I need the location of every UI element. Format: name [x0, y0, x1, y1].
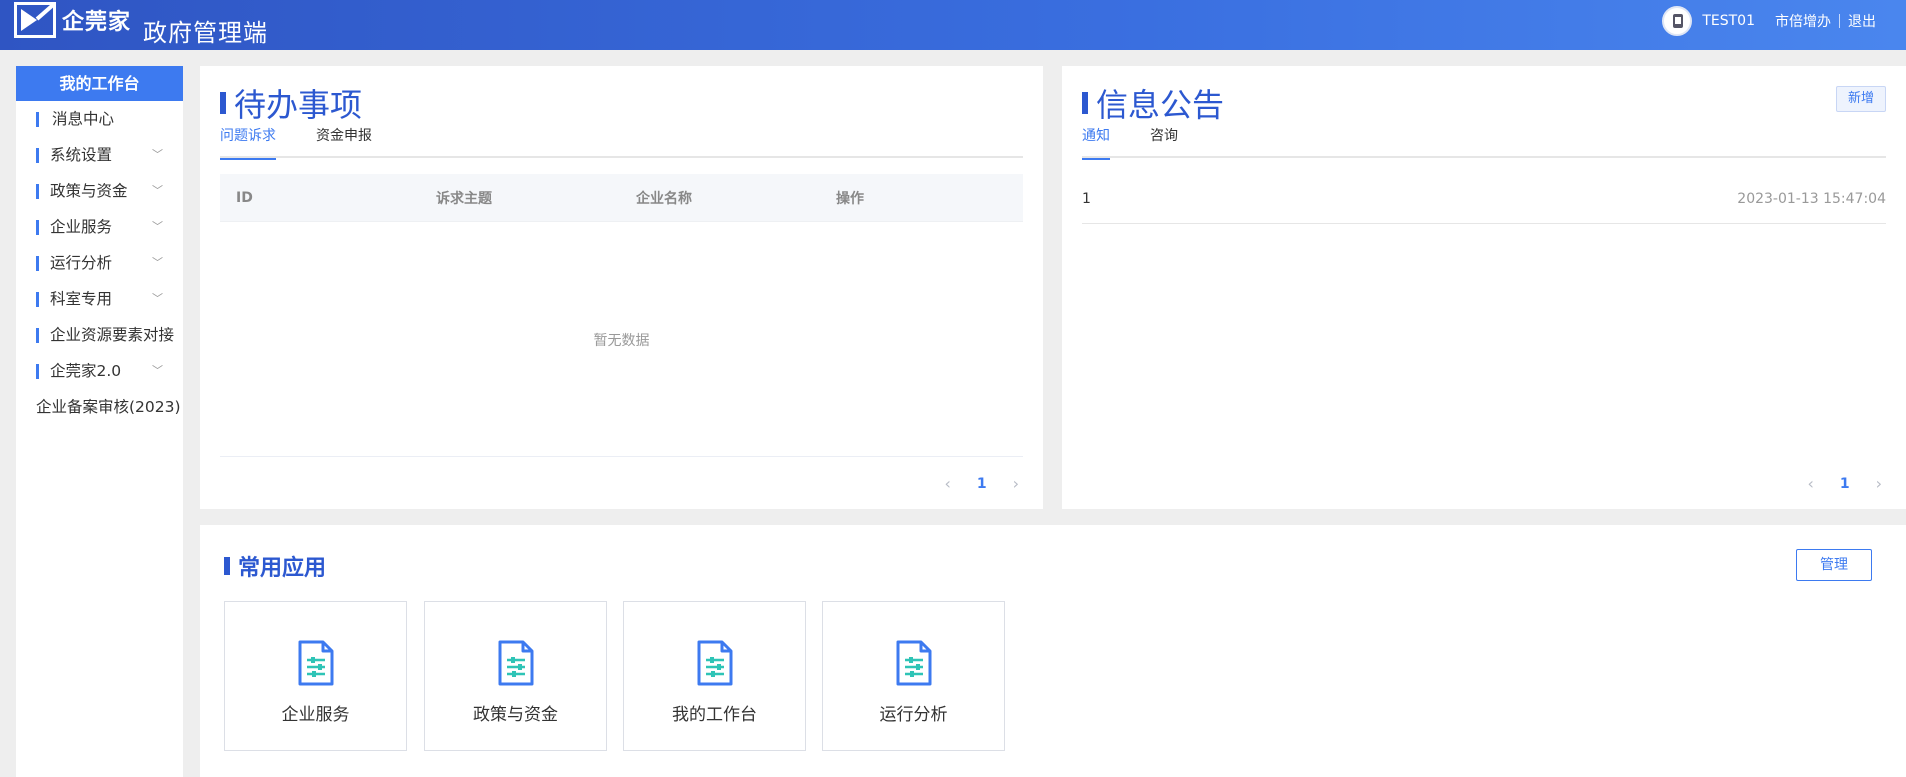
sidebar-item-label: 科室专用 — [50, 290, 113, 308]
sidebar-item-label: 企业备案审核(2023) — [36, 398, 181, 416]
manage-button[interactable]: 管理 — [1796, 549, 1872, 581]
sidebar-item-operation-analysis[interactable]: 运行分析 ﹀ — [16, 245, 183, 281]
app-card-policy-funds[interactable]: 政策与资金 — [424, 601, 607, 751]
sidebar-item-label: 运行分析 — [50, 254, 113, 272]
tab-consultation[interactable]: 咨询 — [1150, 126, 1178, 158]
sidebar-item-filing-review[interactable]: 企业备案审核(2023) — [16, 389, 183, 425]
prev-page-button[interactable]: ‹ — [1807, 474, 1813, 493]
chevron-down-icon: ﹀ — [152, 364, 163, 377]
sidebar-marker — [36, 292, 39, 307]
todo-panel: 待办事项 问题诉求 资金申报 ID 诉求主题 企业名称 操作 暂无数据 ‹ 1 … — [200, 66, 1043, 509]
common-apps-panel: 常用应用 管理 企业服务 政策与资金 我的工作台 运行分析 — [200, 525, 1906, 777]
next-page-button[interactable]: › — [1876, 474, 1882, 493]
app-card-enterprise-service[interactable]: 企业服务 — [224, 601, 407, 751]
chevron-down-icon: ﹀ — [152, 256, 163, 269]
sidebar-item-enterprise-service[interactable]: 企业服务 ﹀ — [16, 209, 183, 245]
title-marker — [224, 557, 230, 575]
todo-tabs: 问题诉求 资金申报 — [220, 126, 1023, 160]
office-link[interactable]: 市倍增办 — [1775, 11, 1831, 31]
todo-title-text: 待办事项 — [234, 86, 363, 124]
sidebar-item-label: 企业资源要素对接 — [50, 326, 175, 344]
todo-table: ID 诉求主题 企业名称 操作 — [220, 174, 1023, 222]
logo-mark-icon — [14, 2, 56, 38]
apps-title: 常用应用 — [224, 550, 326, 582]
logo: 企莞家 — [14, 2, 131, 38]
chevron-down-icon: ﹀ — [152, 220, 163, 233]
app-card-label: 政策与资金 — [473, 705, 558, 725]
logout-link[interactable]: 退出 — [1848, 11, 1876, 31]
app-card-operation-analysis[interactable]: 运行分析 — [822, 601, 1005, 751]
sidebar-item-qiguanjia-2[interactable]: 企莞家2.0 ﹀ — [16, 353, 183, 389]
empty-placeholder: 暂无数据 — [593, 333, 650, 349]
column-header-id: ID — [236, 189, 253, 206]
todo-pagination: ‹ 1 › — [918, 474, 1019, 493]
sidebar: 我的工作台 消息中心 系统设置 ﹀ 政策与资金 ﹀ 企业服务 ﹀ 运行分析 ﹀ … — [16, 66, 183, 777]
sidebar-item-label: 企业服务 — [50, 218, 113, 236]
username: TEST01 — [1702, 13, 1755, 29]
app-card-label: 运行分析 — [879, 705, 948, 725]
sidebar-item-department[interactable]: 科室专用 ﹀ — [16, 281, 183, 317]
todo-title: 待办事项 — [220, 80, 362, 126]
column-header-company: 企业名称 — [636, 190, 692, 207]
list-item[interactable]: 1 2023-01-13 15:47:04 — [1082, 174, 1886, 224]
tab-issues[interactable]: 问题诉求 — [220, 126, 276, 160]
document-settings-icon — [896, 640, 932, 686]
table-bottom-divider — [220, 456, 1023, 457]
title-marker — [220, 92, 226, 114]
notice-pagination: ‹ 1 › — [1781, 474, 1882, 493]
notice-id: 1 — [1082, 190, 1091, 207]
top-header: 企莞家 政府管理端 TEST01 市倍增办 退出 — [0, 0, 1906, 50]
app-card-label: 我的工作台 — [672, 705, 757, 725]
sidebar-item-workbench[interactable]: 我的工作台 — [16, 66, 183, 101]
notice-date: 2023-01-13 15:47:04 — [1737, 190, 1886, 207]
page-number[interactable]: 1 — [1840, 476, 1850, 492]
tab-fund-application[interactable]: 资金申报 — [316, 126, 372, 158]
sidebar-marker — [36, 112, 39, 127]
sidebar-marker — [36, 148, 39, 163]
notice-title: 信息公告 — [1082, 80, 1224, 126]
avatar[interactable] — [1662, 6, 1693, 36]
sidebar-marker — [36, 364, 39, 379]
sidebar-marker — [36, 184, 39, 199]
notice-tabs: 通知 咨询 — [1082, 126, 1886, 160]
table-header: ID 诉求主题 企业名称 操作 — [220, 174, 1023, 222]
header-divider — [1839, 14, 1840, 28]
sidebar-marker — [36, 220, 39, 235]
sidebar-item-label: 系统设置 — [50, 146, 113, 164]
app-card-label: 企业服务 — [281, 705, 350, 725]
column-header-subject: 诉求主题 — [436, 190, 492, 207]
document-settings-icon — [298, 640, 334, 686]
sidebar-item-system-settings[interactable]: 系统设置 ﹀ — [16, 137, 183, 173]
add-notice-button[interactable]: 新增 — [1836, 86, 1886, 112]
notice-panel: 信息公告 新增 通知 咨询 1 2023-01-13 15:47:04 ‹ 1 … — [1062, 66, 1906, 509]
sidebar-item-messages[interactable]: 消息中心 — [16, 101, 183, 137]
sidebar-marker — [36, 328, 39, 343]
title-marker — [1082, 92, 1088, 114]
chevron-down-icon: ﹀ — [152, 148, 163, 161]
document-settings-icon — [697, 640, 733, 686]
chevron-down-icon: ﹀ — [152, 292, 163, 305]
column-header-action: 操作 — [836, 190, 864, 207]
user-area: TEST01 市倍增办 退出 — [1662, 6, 1876, 36]
tab-notification[interactable]: 通知 — [1082, 126, 1110, 160]
next-page-button[interactable]: › — [1013, 474, 1019, 493]
page-number[interactable]: 1 — [977, 476, 987, 492]
sidebar-item-label: 消息中心 — [52, 110, 115, 128]
sidebar-item-policy-funds[interactable]: 政策与资金 ﹀ — [16, 173, 183, 209]
apps-title-text: 常用应用 — [238, 556, 327, 581]
chevron-down-icon: ﹀ — [152, 184, 163, 197]
sidebar-item-label: 企莞家2.0 — [50, 362, 122, 380]
app-card-workbench[interactable]: 我的工作台 — [623, 601, 806, 751]
notice-title-text: 信息公告 — [1096, 86, 1225, 124]
prev-page-button[interactable]: ‹ — [944, 474, 950, 493]
app-title: 政府管理端 — [143, 19, 268, 47]
sidebar-item-label: 政策与资金 — [50, 182, 128, 200]
logo-text: 企莞家 — [62, 10, 132, 35]
sidebar-item-resource-matching[interactable]: 企业资源要素对接 — [16, 317, 183, 353]
document-settings-icon — [498, 640, 534, 686]
sidebar-marker — [36, 256, 39, 271]
